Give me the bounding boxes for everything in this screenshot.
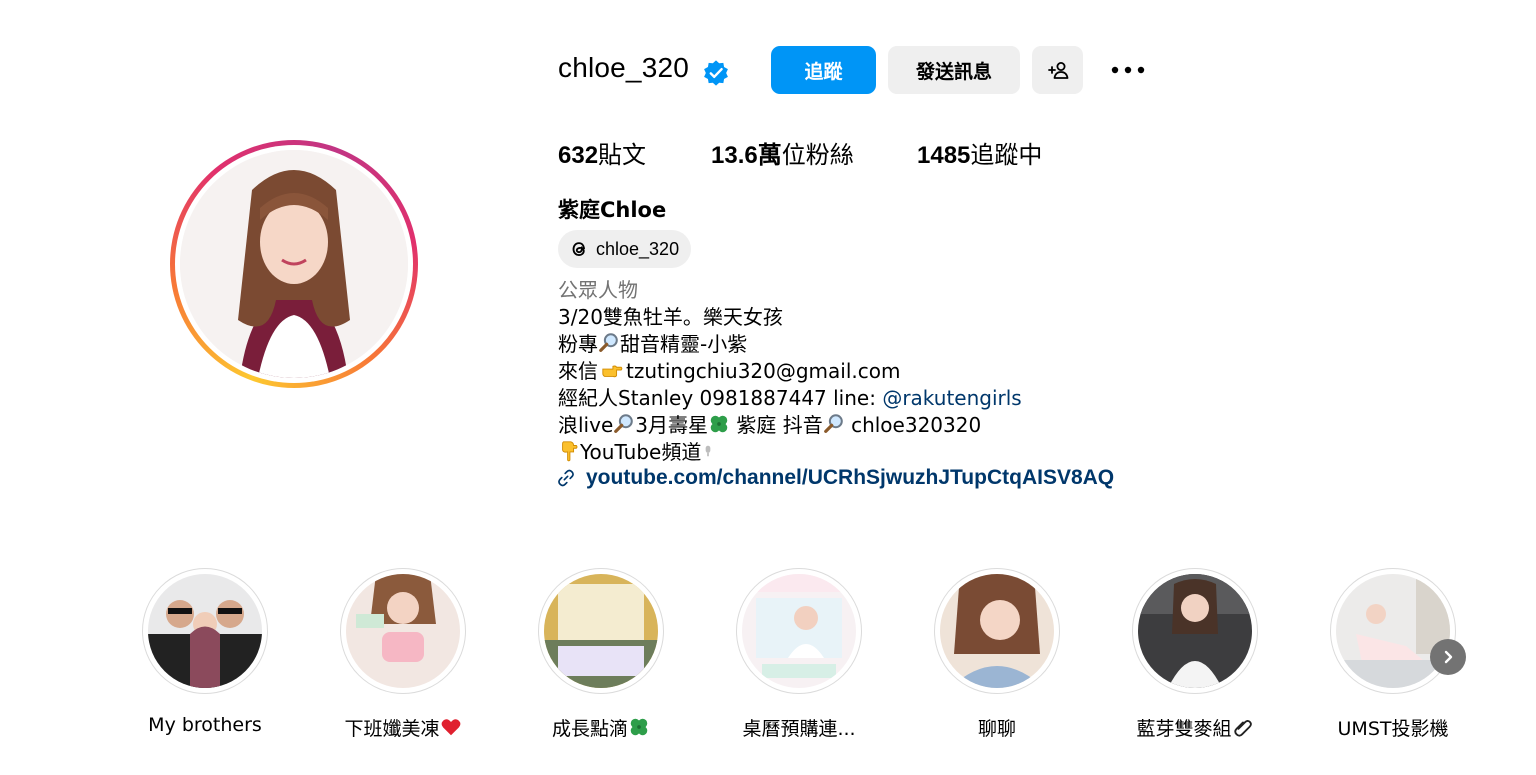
highlight-item[interactable]: 下班孅美凍 (313, 568, 493, 741)
send-message-button[interactable]: 發送訊息 (888, 46, 1020, 94)
bio-line-6: YouTube頻道 (558, 439, 1022, 466)
bio-line-4: 經紀人Stanley 0981887447 line: @rakutengirl… (558, 386, 1022, 410)
highlight-cover-image (544, 574, 658, 688)
microphone-emoji-icon (705, 445, 711, 457)
magnifier-emoji-icon (614, 414, 634, 433)
verified-badge-icon (704, 60, 728, 86)
bio-line-2: 粉專 甜音精靈-小紫 (558, 332, 748, 356)
red-heart-emoji-icon (441, 719, 460, 736)
following-label: 追蹤中 (970, 141, 1043, 169)
highlight-item[interactable]: 桌曆預購連... (709, 568, 889, 741)
following-count: 1485 (917, 142, 971, 169)
bio-external-link[interactable]: youtube.com/channel/UCRhSjwuzhJTupCtqAIS… (556, 466, 1114, 490)
highlight-cover-image (346, 574, 460, 688)
magnifier-emoji-icon (823, 414, 843, 433)
highlight-item[interactable]: My brothers (115, 568, 295, 736)
highlight-label: 桌曆預購連... (742, 718, 856, 740)
pointing-right-emoji-icon (602, 365, 623, 378)
chevron-right-icon (1444, 650, 1453, 664)
highlights-next-button[interactable] (1430, 639, 1466, 675)
more-dots-icon (1111, 66, 1145, 74)
person-add-icon (1047, 62, 1068, 79)
bio-link-text: youtube.com/channel/UCRhSjwuzhJTupCtqAIS… (586, 466, 1115, 489)
highlight-cover-image (742, 574, 856, 688)
posts-count: 632 (558, 142, 599, 169)
more-options-button[interactable] (1106, 52, 1150, 88)
four-leaf-clover-emoji-icon (630, 718, 648, 736)
profile-page: chloe_320 追蹤 發送訊息 632貼文 13.6萬位粉絲 1485追蹤中… (0, 0, 1536, 775)
mention-link[interactable]: @rakutengirls (882, 386, 1021, 410)
following-stat[interactable]: 1485追蹤中 (917, 135, 1042, 170)
threads-handle: chloe_320 (596, 238, 680, 259)
bio-line-5: 浪live 3月壽星 紫庭 抖音 chloe320320 (558, 413, 982, 437)
bio-category: 公眾人物 (558, 278, 638, 302)
four-leaf-clover-emoji-icon (710, 415, 728, 433)
highlight-label: My brothers (148, 714, 262, 736)
highlight-label: 成長點滴 (511, 714, 691, 741)
followers-count: 13.6萬 (711, 142, 782, 169)
highlight-item[interactable]: 成長點滴 (511, 568, 691, 741)
profile-avatar[interactable] (180, 150, 408, 378)
magnifier-emoji-icon (599, 333, 618, 352)
profile-username: chloe_320 (558, 52, 690, 83)
profile-bio: 公眾人物 3/20雙魚牡羊。樂天女孩 粉專 甜音精靈-小紫 來信 tzutingch… (558, 277, 1022, 466)
pointing-down-emoji-icon (562, 441, 578, 462)
highlight-cover-image (148, 574, 262, 688)
posts-stat: 632貼文 (558, 135, 646, 170)
highlight-label: 下班孅美凍 (313, 714, 493, 741)
bio-line-1: 3/20雙魚牡羊。樂天女孩 (558, 305, 783, 329)
highlight-cover-image (1336, 574, 1450, 688)
followers-stat[interactable]: 13.6萬位粉絲 (711, 135, 854, 170)
highlight-label: 聊聊 (977, 718, 1016, 740)
highlight-item[interactable]: 聊聊 (907, 568, 1087, 741)
suggested-users-button[interactable] (1032, 46, 1083, 94)
highlight-label: 藍芽雙麥組 (1105, 714, 1285, 741)
highlight-cover-image (940, 574, 1054, 688)
posts-label: 貼文 (598, 141, 647, 169)
threads-icon (572, 242, 585, 256)
profile-full-name: 紫庭Chloe (558, 198, 667, 222)
profile-avatar-story-ring[interactable] (170, 140, 418, 388)
highlight-cover-image (1138, 574, 1252, 688)
link-icon (558, 469, 574, 487)
highlight-item[interactable]: 藍芽雙麥組 (1105, 568, 1285, 741)
follow-button[interactable]: 追蹤 (771, 46, 876, 94)
highlight-label: UMST投影機 (1337, 718, 1449, 740)
threads-link[interactable]: chloe_320 (558, 230, 692, 268)
avatar-photo (180, 150, 408, 378)
bio-line-3: 來信 tzutingchiu320@gmail.com (558, 359, 901, 383)
paperclip-emoji-icon (1233, 720, 1252, 737)
followers-label: 位粉絲 (781, 141, 854, 169)
